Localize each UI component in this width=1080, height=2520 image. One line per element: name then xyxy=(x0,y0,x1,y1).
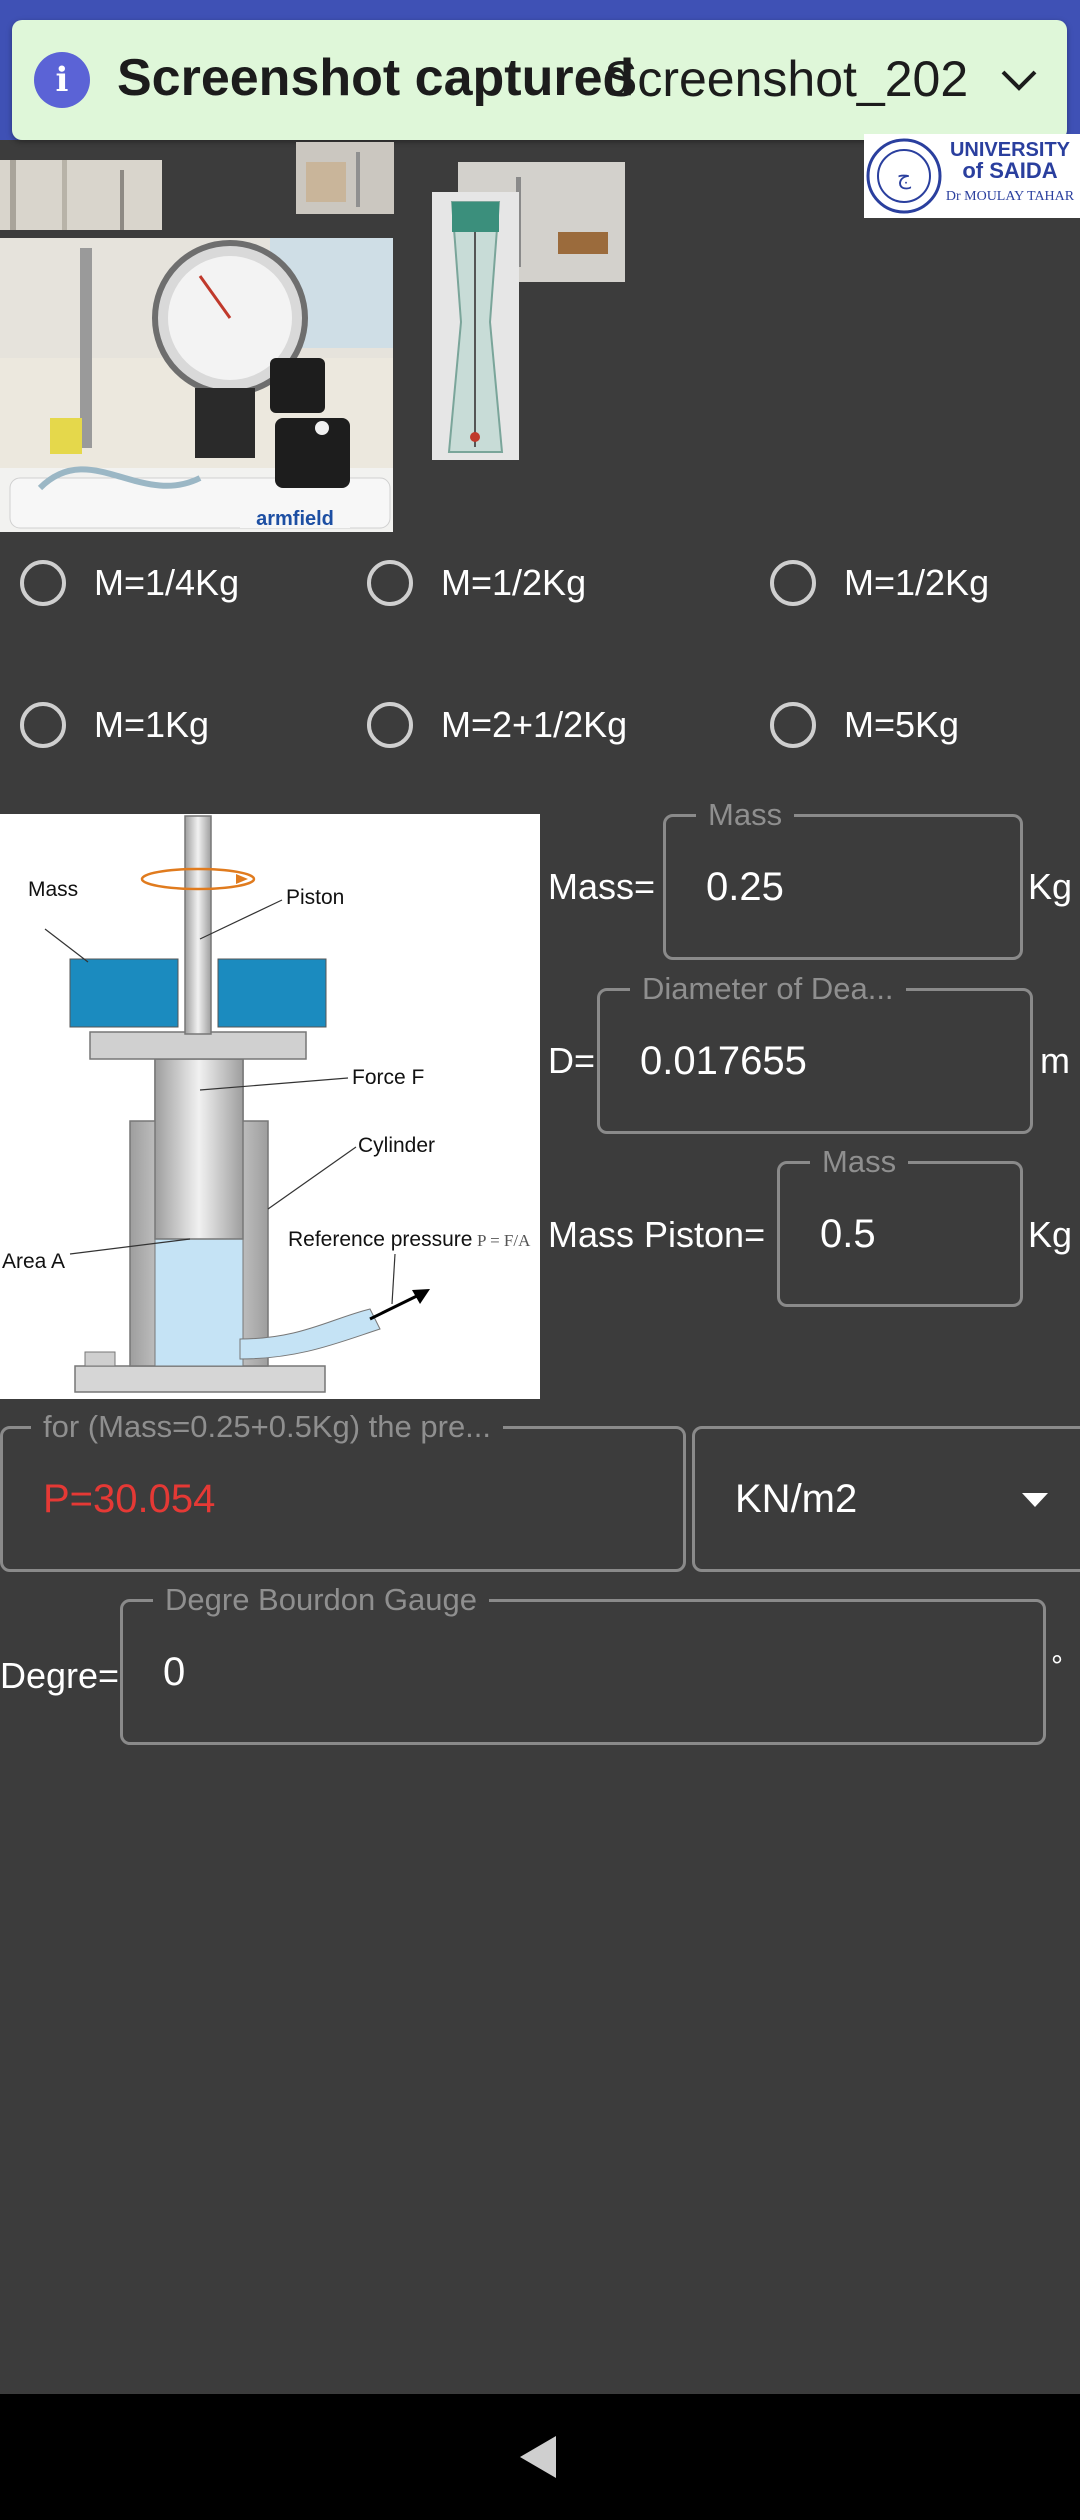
radio-mass-half[interactable]: M=1/2Kg xyxy=(367,548,586,618)
armfield-brand: armfield xyxy=(256,508,334,530)
degree-prefix-label: Degre= xyxy=(0,1655,120,1696)
piston-mass-unit: Kg xyxy=(1028,1214,1073,1255)
unit-select-value: KN/m2 xyxy=(735,1476,858,1521)
radio-label: M=2+1/2Kg xyxy=(441,704,628,745)
diagram-label-cylinder: Cylinder xyxy=(358,1134,435,1157)
degree-legend: Degre Bourdon Gauge xyxy=(153,1583,489,1617)
radio-circle[interactable] xyxy=(367,560,413,606)
radio-circle[interactable] xyxy=(770,560,816,606)
radio-label: M=1/2Kg xyxy=(844,562,990,603)
piston-mass-input[interactable]: Mass 0.5 xyxy=(777,1145,1023,1307)
apparatus-photo: armfield xyxy=(0,238,393,532)
degree-unit: ° xyxy=(1051,1650,1063,1683)
thumbnail-image-2 xyxy=(296,142,394,214)
radio-mass-2-half[interactable]: M=2+1/2Kg xyxy=(367,690,627,760)
mass-value[interactable]: 0.25 xyxy=(706,817,784,957)
diagram-label-mass: Mass xyxy=(28,878,78,901)
back-icon[interactable] xyxy=(518,2434,558,2485)
piston-mass-value[interactable]: 0.5 xyxy=(820,1164,876,1304)
diameter-prefix-label: D= xyxy=(548,1040,596,1081)
diagram-label-piston: Piston xyxy=(286,886,344,909)
dead-weight-diagram: Mass Piston Force F Cylinder Area A Refe… xyxy=(0,814,540,1399)
university-logo: ج UNIVERSITY of SAIDA Dr MOULAY TAHAR xyxy=(864,134,1080,218)
notification-title: Screenshot captured xyxy=(117,49,635,107)
diagram-label-force: Force F xyxy=(352,1066,424,1089)
mass-input[interactable]: Mass 0.25 xyxy=(663,798,1023,960)
screenshot-notification[interactable]: i Screenshot captured Screenshot_202 xyxy=(12,20,1067,140)
radio-mass-half-2[interactable]: M=1/2Kg xyxy=(770,548,989,618)
notification-filename: Screenshot_202 xyxy=(604,51,969,107)
diagram-label-reference: Reference pressure xyxy=(288,1228,472,1251)
info-icon: i xyxy=(34,52,90,108)
svg-text:ج: ج xyxy=(897,165,912,190)
radio-circle[interactable] xyxy=(20,702,66,748)
radio-mass-5[interactable]: M=5Kg xyxy=(770,690,959,760)
navigation-bar xyxy=(0,2394,1080,2520)
mass-unit: Kg xyxy=(1028,866,1073,907)
chevron-down-icon[interactable] xyxy=(997,58,1041,102)
logo-line-3: Dr MOULAY TAHAR xyxy=(946,189,1075,204)
degree-value[interactable]: 0 xyxy=(163,1602,185,1742)
radio-label: M=1/4Kg xyxy=(94,562,240,603)
radio-mass-1[interactable]: M=1Kg xyxy=(20,690,209,760)
glass-tube-image xyxy=(432,192,519,460)
radio-circle[interactable] xyxy=(367,702,413,748)
diagram-label-area: Area A xyxy=(2,1250,65,1273)
diameter-input[interactable]: Diameter of Dea... 0.017655 xyxy=(597,972,1033,1134)
diameter-value[interactable]: 0.017655 xyxy=(640,991,807,1131)
radio-label: M=1Kg xyxy=(94,704,210,745)
radio-circle[interactable] xyxy=(770,702,816,748)
radio-circle[interactable] xyxy=(20,560,66,606)
radio-label: M=5Kg xyxy=(844,704,960,745)
piston-prefix-label: Mass Piston= xyxy=(548,1214,766,1255)
dropdown-arrow-icon[interactable] xyxy=(1020,1491,1050,1514)
diagram-formula: P = F/A xyxy=(477,1231,531,1250)
diameter-unit: m xyxy=(1040,1040,1070,1081)
radio-label: M=1/2Kg xyxy=(441,562,587,603)
thumbnail-image-1 xyxy=(0,160,162,230)
pressure-value[interactable]: P=30.054 xyxy=(43,1429,215,1569)
logo-line-2: of SAIDA xyxy=(962,158,1057,183)
degree-input[interactable]: Degre Bourdon Gauge 0 xyxy=(120,1583,1046,1745)
mass-prefix-label: Mass= xyxy=(548,866,656,907)
pressure-result-field[interactable]: for (Mass=0.25+0.5Kg) the pre... P=30.05… xyxy=(0,1410,686,1572)
unit-select[interactable]: KN/m2 xyxy=(692,1426,1080,1572)
radio-mass-quarter[interactable]: M=1/4Kg xyxy=(20,548,239,618)
